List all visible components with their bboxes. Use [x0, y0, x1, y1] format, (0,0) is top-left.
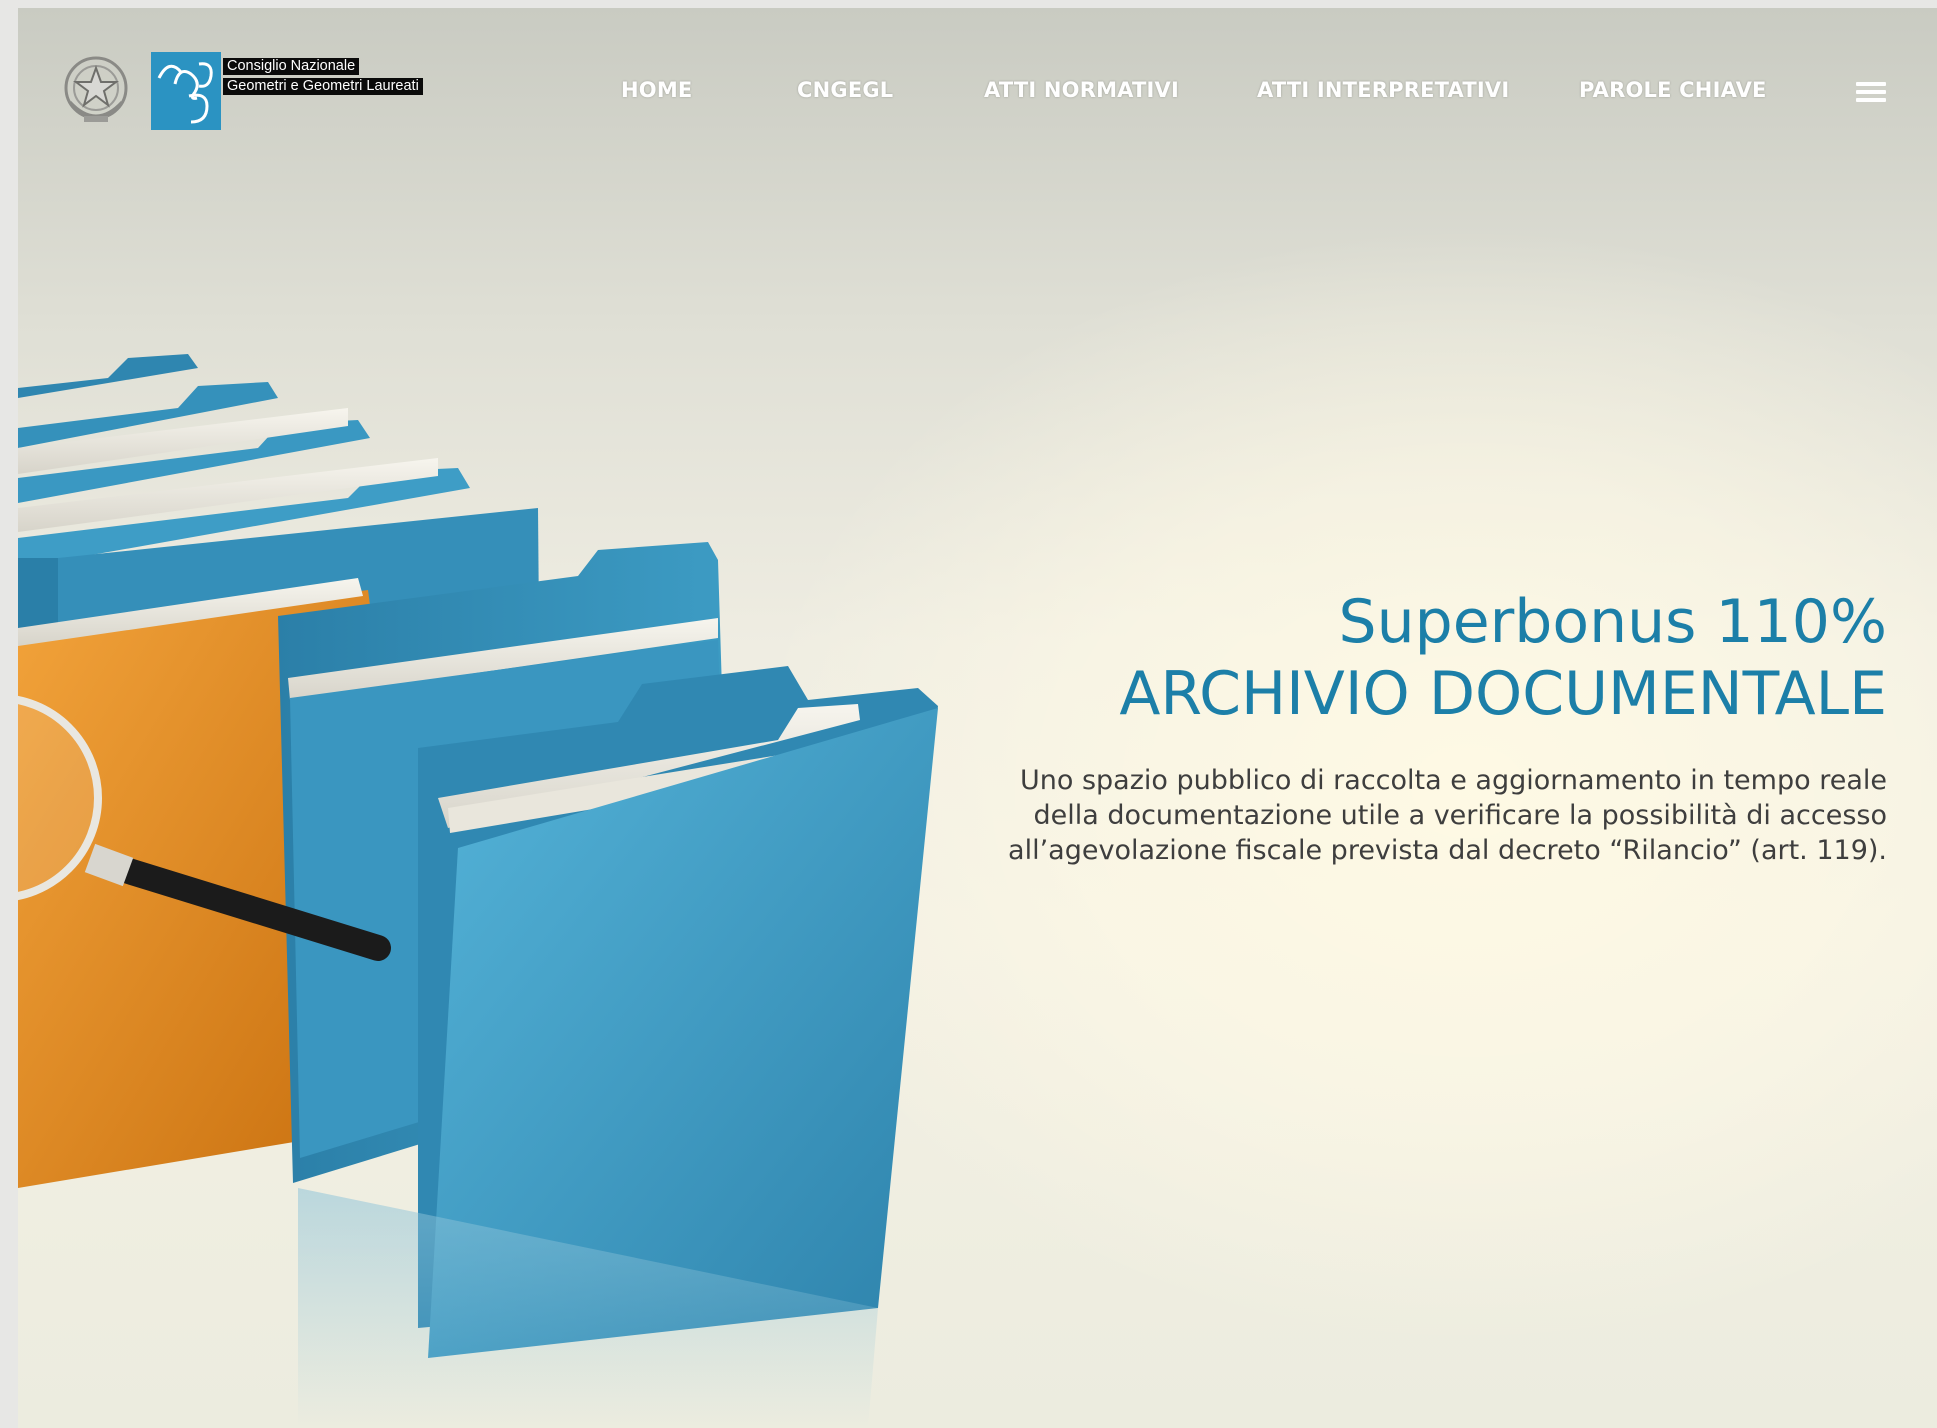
logo-line-1: Consiglio Nazionale — [223, 58, 360, 75]
nav-atti-normativi[interactable]: ATTI NORMATIVI — [984, 78, 1179, 102]
folders-illustration — [18, 354, 938, 1428]
hamburger-icon-bar — [1856, 90, 1886, 94]
site-header: Consiglio Nazionale Geometri e Geometri … — [18, 8, 1937, 168]
hero-title-line-1: Superbonus 110% — [1338, 587, 1888, 657]
nav-home[interactable]: HOME — [621, 78, 692, 102]
nav-cngegl[interactable]: CNGEGL — [797, 78, 893, 102]
hero-title-line-2: ARCHIVIO DOCUMENTALE — [1119, 659, 1887, 729]
hero-description: Uno spazio pubblico di raccolta e aggior… — [1008, 765, 1887, 866]
page: Consiglio Nazionale Geometri e Geometri … — [18, 8, 1937, 1428]
nav-parole-chiave[interactable]: PAROLE CHIAVE — [1579, 78, 1767, 102]
hero-title: Superbonus 110% ARCHIVIO DOCUMENTALE — [1119, 586, 1887, 730]
hamburger-icon — [1856, 82, 1886, 86]
nav-atti-interpretativi[interactable]: ATTI INTERPRETATIVI — [1257, 78, 1509, 102]
main-nav: HOME CNGEGL ATTI NORMATIVI ATTI INTERPRE… — [18, 78, 1937, 108]
hamburger-menu-button[interactable] — [1856, 82, 1886, 106]
hamburger-icon-bar — [1856, 98, 1886, 102]
